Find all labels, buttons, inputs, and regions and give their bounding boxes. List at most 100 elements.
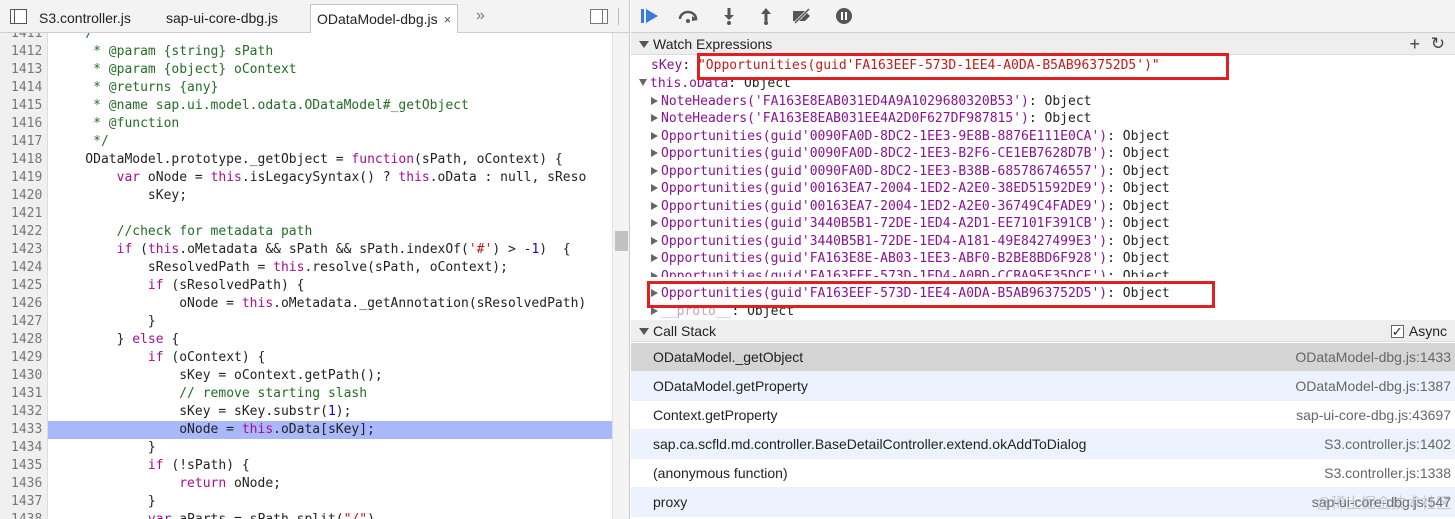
expand-triangle-icon[interactable]	[651, 202, 658, 210]
watch-item-key: Opportunities(guid'FA163EEF-573D-1EE4-A0…	[661, 286, 1108, 301]
code-line: 1435 if (!sPath) {	[0, 457, 612, 475]
watch-item[interactable]: Opportunities(guid'00163EA7-2004-1ED2-A2…	[651, 198, 1170, 215]
expand-triangle-icon	[639, 41, 649, 48]
watch-item[interactable]: Opportunities(guid'FA163EEF-573D-1ED4-A0…	[651, 268, 1170, 277]
watch-item-value: Object	[1044, 111, 1092, 126]
watch-expressions-body: sKey: "Opportunities(guid'FA163EEF-573D-…	[631, 55, 1455, 320]
watch-item-value: Object	[1122, 164, 1170, 179]
tab-sap-ui-core-dbg[interactable]: sap-ui-core-dbg.js	[160, 4, 284, 32]
code-line: 1428 } else {	[0, 331, 612, 349]
watch-item[interactable]: Opportunities(guid'3440B5B1-72DE-1ED4-A1…	[651, 233, 1170, 250]
watch-item[interactable]: NoteHeaders('FA163E8EAB031ED4A9A10296803…	[651, 93, 1091, 110]
watch-expressions-header[interactable]: Watch Expressions + ↻	[631, 33, 1455, 55]
watch-item-key: Opportunities(guid'3440B5B1-72DE-1ED4-A1…	[661, 234, 1108, 249]
code-line: 1425 if (sResolvedPath) {	[0, 277, 612, 295]
code-line: 1438 var aParts = sPath.split("/"),	[0, 511, 612, 519]
expand-triangle-icon[interactable]	[651, 97, 658, 105]
frame-location[interactable]: S3.controller.js:1402	[1324, 430, 1451, 459]
step-into-icon[interactable]	[718, 6, 740, 26]
step-over-icon[interactable]	[677, 6, 699, 26]
watch-item[interactable]: Opportunities(guid'0090FA0D-8DC2-1EE3-9E…	[651, 128, 1170, 145]
navigator-toggle-icon[interactable]	[10, 9, 27, 24]
code-line: 1412 * @param {string} sPath	[0, 43, 612, 61]
watch-item[interactable]: Opportunities(guid'0090FA0D-8DC2-1EE3-B2…	[651, 145, 1170, 162]
pause-on-exceptions-icon[interactable]	[833, 6, 855, 26]
tab-label: sap-ui-core-dbg.js	[166, 10, 279, 26]
code-line: 1414 * @returns {any}	[0, 79, 612, 97]
watch-item-value: Object	[1122, 286, 1170, 301]
expand-triangle-icon[interactable]	[639, 79, 647, 86]
expand-triangle-icon[interactable]	[651, 289, 658, 297]
tab-odatamodel-dbg[interactable]: ODataModel-dbg.js ×	[310, 4, 459, 33]
tab-s3-controller[interactable]: S3.controller.js	[33, 4, 137, 32]
frame-function: (anonymous function)	[653, 465, 788, 481]
watch-name: sKey	[651, 58, 683, 73]
editor-scrollbar[interactable]	[612, 33, 629, 519]
watch-item-key: Opportunities(guid'0090FA0D-8DC2-1EE3-B2…	[661, 146, 1108, 161]
watch-item[interactable]: Opportunities(guid'FA163EEF-573D-1EE4-A0…	[651, 285, 1170, 302]
checkbox-icon[interactable]	[1390, 321, 1404, 343]
deactivate-breakpoints-icon[interactable]	[791, 6, 813, 26]
watch-item[interactable]: Opportunities(guid'FA163E8E-AB03-1EE3-AB…	[651, 250, 1170, 267]
call-frame-selected[interactable]: ODataModel._getObject ODataModel-dbg.js:1…	[631, 343, 1455, 372]
code-line: 1427 }	[0, 313, 612, 331]
call-frame[interactable]: Context.getProperty sap-ui-core-dbg.js:43…	[631, 401, 1455, 430]
frame-location[interactable]: S3.controller.js:1338	[1324, 459, 1451, 488]
watermark: @稀土掘金技术社区	[1315, 495, 1451, 512]
call-frame[interactable]: ODataModel.getProperty ODataModel-dbg.js:…	[631, 372, 1455, 401]
call-stack-title: Call Stack	[653, 323, 717, 339]
call-stack-header[interactable]: Call Stack Async	[631, 320, 1455, 343]
watch-item-key: Opportunities(guid'0090FA0D-8DC2-1EE3-B3…	[661, 164, 1108, 179]
frame-location[interactable]: ODataModel-dbg.js:1387	[1295, 372, 1451, 401]
frame-location[interactable]: sap-ui-core-dbg.js:43697	[1296, 401, 1451, 430]
expand-triangle-icon[interactable]	[651, 219, 658, 227]
watch-item-value: Object	[1122, 216, 1170, 231]
watch-item[interactable]: NoteHeaders('FA163E8EAB031EE4A2D0F627DF9…	[651, 110, 1091, 127]
expand-triangle-icon[interactable]	[651, 114, 658, 122]
expand-triangle-icon[interactable]	[651, 307, 658, 315]
watch-item-key: NoteHeaders('FA163E8EAB031EE4A2D0F627DF9…	[661, 111, 1029, 126]
add-icon[interactable]: +	[1409, 33, 1420, 55]
file-tab-bar: S3.controller.js sap-ui-core-dbg.js ODat…	[0, 0, 629, 33]
watch-item[interactable]: Opportunities(guid'00163EA7-2004-1ED2-A2…	[651, 180, 1170, 197]
call-frame[interactable]: sap.ca.scfld.md.controller.BaseDetailCon…	[631, 430, 1455, 459]
code-line-current: 1433 oNode = this.oData[sKey];	[0, 421, 612, 439]
watch-skey-row[interactable]: sKey: "Opportunities(guid'FA163EEF-573D-…	[651, 57, 1160, 74]
refresh-icon[interactable]: ↻	[1431, 33, 1445, 55]
watch-item[interactable]: Opportunities(guid'3440B5B1-72DE-1ED4-A2…	[651, 215, 1170, 232]
watch-item-value: Object	[1122, 234, 1170, 249]
editor-scroll-thumb[interactable]	[615, 231, 628, 251]
expand-triangle-icon	[639, 328, 649, 335]
tab-label: ODataModel-dbg.js	[317, 11, 438, 27]
expand-triangle-icon[interactable]	[651, 237, 658, 245]
watch-item[interactable]: Opportunities(guid'0090FA0D-8DC2-1EE3-B3…	[651, 163, 1170, 180]
debugger-sidebar-toggle-icon[interactable]	[590, 9, 608, 24]
frame-function: proxy	[653, 494, 688, 510]
close-icon[interactable]: ×	[444, 12, 452, 27]
expand-triangle-icon[interactable]	[651, 167, 658, 175]
expand-triangle-icon[interactable]	[651, 132, 658, 140]
expand-triangle-icon[interactable]	[651, 149, 658, 157]
source-editor-pane: S3.controller.js sap-ui-core-dbg.js ODat…	[0, 0, 630, 519]
code-line: 1421	[0, 205, 612, 223]
watch-item-value: Object	[1122, 251, 1170, 266]
frame-function: ODataModel._getObject	[653, 349, 804, 365]
frame-location[interactable]: ODataModel-dbg.js:1433	[1295, 343, 1451, 372]
watch-proto-row[interactable]: __proto__: Object	[651, 303, 794, 320]
expand-triangle-icon[interactable]	[651, 254, 658, 262]
watch-this-odata-row[interactable]: this.oData: Object	[639, 75, 791, 92]
code-line: 1437 }	[0, 493, 612, 511]
watch-item-key: Opportunities(guid'00163EA7-2004-1ED2-A2…	[661, 181, 1108, 196]
tab-overflow-icon[interactable]: »	[476, 7, 485, 25]
expand-triangle-icon[interactable]	[651, 184, 658, 192]
toolbar-divider	[618, 8, 619, 25]
watch-item-key: __proto__	[661, 304, 732, 319]
watch-item-key: Opportunities(guid'0090FA0D-8DC2-1EE3-9E…	[661, 129, 1108, 144]
async-checkbox[interactable]: Async	[1390, 320, 1447, 343]
code-line: 1419 var oNode = this.isLegacySyntax() ?…	[0, 169, 612, 187]
resume-icon[interactable]	[639, 6, 661, 26]
step-out-icon[interactable]	[755, 6, 777, 26]
code-editor[interactable]: 1411 /** 1412 * @param {string} sPath 14…	[0, 33, 612, 519]
call-frame[interactable]: (anonymous function) S3.controller.js:133…	[631, 459, 1455, 488]
expand-triangle-icon[interactable]	[651, 272, 658, 277]
